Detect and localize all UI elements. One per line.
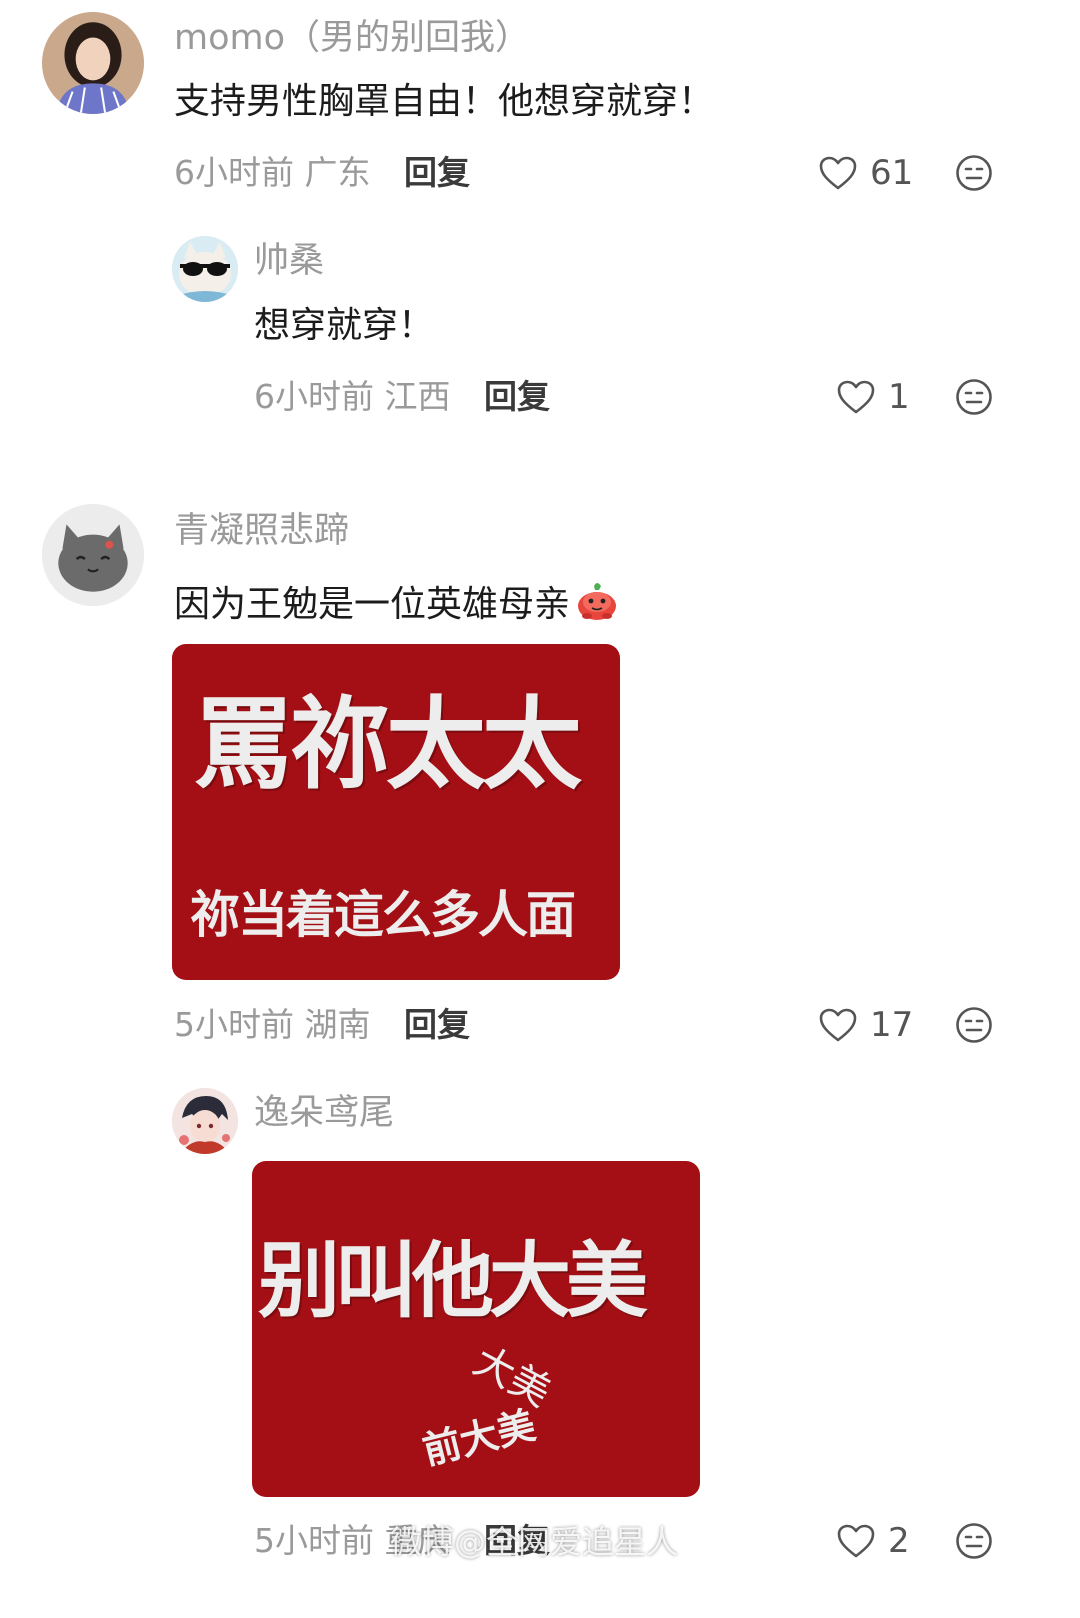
meme-title: 罵祢太太 <box>194 685 582 803</box>
meme-subtitle: 祢当着這么多人面 <box>190 885 576 944</box>
like-count: 17 <box>870 1005 914 1045</box>
comment-text: 支持男性胸罩自由！他想穿就穿！ <box>174 81 715 122</box>
like-button[interactable]: 2 <box>836 1523 910 1559</box>
commenter-name[interactable]: momo（男的别回我） <box>174 21 530 56</box>
avatar[interactable] <box>172 236 238 302</box>
avatar[interactable] <box>42 504 144 606</box>
neutral-face-icon <box>956 1007 992 1043</box>
like-count: 61 <box>870 153 914 193</box>
like-count: 1 <box>888 377 910 417</box>
heart-outline-icon <box>819 156 857 190</box>
meme-title: 别叫他大美 <box>258 1234 648 1329</box>
comment-time-location: 6小时前 广东 <box>174 153 371 192</box>
reply-button[interactable]: 回复 <box>404 156 470 189</box>
comment-time-location: 5小时前 湖南 <box>174 1005 371 1044</box>
heart-outline-icon <box>837 380 875 414</box>
neutral-face-icon <box>956 379 992 415</box>
like-button[interactable]: 61 <box>818 155 913 191</box>
comment-text: 因为王勉是一位英雄母亲 <box>174 584 571 625</box>
dislike-button[interactable] <box>955 1006 993 1044</box>
heart-outline-icon <box>837 1524 875 1558</box>
comment-image[interactable]: 罵祢太太 祢当着這么多人面 <box>172 644 620 980</box>
meme-subtitle: 前大美 <box>418 1401 540 1474</box>
dislike-button[interactable] <box>955 378 993 416</box>
like-count: 2 <box>888 1521 910 1561</box>
commenter-name[interactable]: 青凝照悲蹄 <box>174 514 349 549</box>
comment-image[interactable]: 别叫他大美 大美 前大美 <box>252 1161 700 1497</box>
avatar[interactable] <box>42 12 144 114</box>
neutral-face-icon <box>956 1523 992 1559</box>
dislike-button[interactable] <box>955 154 993 192</box>
commenter-name[interactable]: 逸朵鸢尾 <box>254 1096 394 1131</box>
meme-scribble: 大美 <box>465 1337 559 1417</box>
dislike-button[interactable] <box>955 1522 993 1560</box>
red-blob-emoji-icon <box>574 578 620 622</box>
reply-button[interactable]: 回复 <box>404 1008 470 1041</box>
comment-text: 想穿就穿！ <box>254 305 435 346</box>
commenter-name[interactable]: 帅桑 <box>254 244 324 279</box>
heart-outline-icon <box>819 1008 857 1042</box>
avatar[interactable] <box>172 1088 238 1154</box>
watermark-text: 微博@全网爱追星人 <box>390 1523 679 1561</box>
reply-button[interactable]: 回复 <box>484 380 550 413</box>
comment-time-location: 6小时前 江西 <box>254 377 451 416</box>
comment-text-row: 因为王勉是一位英雄母亲 <box>174 578 620 623</box>
neutral-face-icon <box>956 155 992 191</box>
like-button[interactable]: 1 <box>836 379 910 415</box>
like-button[interactable]: 17 <box>818 1007 913 1043</box>
